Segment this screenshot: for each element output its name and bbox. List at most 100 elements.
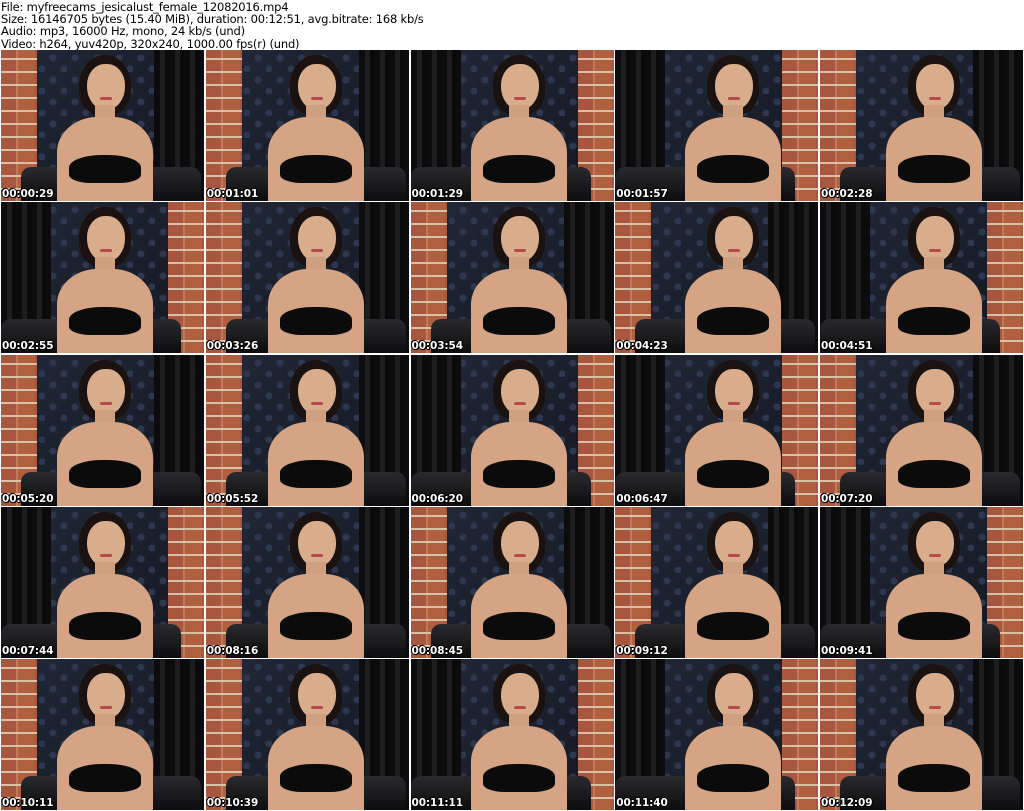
figure-lips [310, 401, 323, 405]
thumbnail-grid: 00:00:29 00:01:01 00:01:29 00:01:57 00:02:28… [1, 50, 1023, 810]
person-figure [260, 359, 372, 506]
person-figure [260, 207, 372, 354]
audio-info-line: Audio: mp3, 16000 Hz, mono, 24 kb/s (und… [1, 24, 245, 39]
figure-bra [898, 611, 970, 640]
figure-bra [898, 307, 970, 336]
figure-face [916, 64, 954, 110]
person-figure [49, 511, 161, 658]
video-frame-thumbnail: 00:03:26 [205, 202, 409, 354]
figure-face [297, 673, 336, 719]
frame-timestamp: 00:02:55 [2, 340, 54, 353]
figure-face [87, 368, 125, 415]
figure-lips [513, 401, 526, 405]
figure-lips [100, 249, 112, 253]
frame-timestamp: 00:04:23 [616, 340, 668, 353]
video-frame-thumbnail: 00:01:57 [615, 50, 819, 201]
figure-face [500, 368, 539, 415]
figure-bra [697, 155, 770, 183]
video-frame-thumbnail: 00:11:11 [410, 659, 614, 810]
frame-timestamp: 00:10:39 [206, 797, 259, 809]
frame-timestamp: 00:07:44 [2, 644, 54, 657]
figure-bra [898, 155, 970, 183]
figure-face [500, 64, 539, 110]
person-figure [463, 511, 575, 658]
video-frame-thumbnail: 00:10:11 [1, 659, 204, 810]
video-frame-thumbnail: 00:11:40 [615, 659, 819, 810]
figure-lips [513, 553, 526, 557]
figure-face [715, 520, 754, 567]
figure-bra [697, 764, 770, 792]
person-figure [878, 664, 990, 810]
person-figure [260, 664, 372, 810]
figure-face [297, 216, 336, 263]
video-frame-thumbnail: 00:05:52 [205, 354, 409, 506]
figure-bra [279, 764, 352, 792]
person-figure [49, 55, 161, 201]
video-frame-thumbnail: 00:08:45 [410, 506, 614, 658]
person-figure [463, 55, 575, 201]
figure-face [500, 216, 539, 263]
figure-face [87, 64, 125, 110]
person-figure [49, 359, 161, 506]
figure-lips [728, 249, 741, 253]
frame-timestamp: 00:01:57 [616, 188, 668, 200]
video-frame-thumbnail: 00:04:23 [615, 202, 819, 354]
video-frame-thumbnail: 00:08:16 [205, 506, 409, 658]
frame-timestamp: 00:07:20 [821, 492, 873, 505]
figure-lips [310, 97, 323, 100]
figure-bra [279, 611, 352, 640]
frame-timestamp: 00:09:12 [616, 644, 668, 657]
person-figure [463, 664, 575, 810]
figure-face [916, 520, 954, 567]
figure-lips [728, 706, 741, 709]
figure-lips [310, 706, 323, 709]
figure-bra [279, 155, 352, 183]
figure-face [87, 216, 125, 263]
video-frame-thumbnail: 00:09:41 [820, 506, 1023, 658]
figure-lips [100, 706, 112, 709]
person-figure [677, 207, 789, 354]
person-figure [463, 359, 575, 506]
figure-bra [69, 459, 141, 488]
figure-lips [929, 97, 941, 100]
figure-lips [100, 97, 112, 100]
frame-timestamp: 00:10:11 [2, 797, 54, 809]
figure-bra [482, 155, 555, 183]
figure-lips [929, 401, 941, 405]
frame-timestamp: 00:06:47 [616, 492, 668, 505]
figure-bra [279, 307, 352, 336]
figure-bra [69, 764, 141, 792]
frame-timestamp: 00:00:29 [2, 188, 54, 200]
figure-lips [929, 553, 941, 557]
figure-bra [482, 611, 555, 640]
video-frame-thumbnail: 00:09:12 [615, 506, 819, 658]
figure-face [715, 673, 754, 719]
frame-timestamp: 00:06:20 [411, 492, 464, 505]
figure-lips [513, 249, 526, 253]
figure-lips [929, 249, 941, 253]
figure-lips [513, 706, 526, 709]
person-figure [260, 55, 372, 201]
figure-face [87, 520, 125, 567]
figure-face [916, 673, 954, 719]
figure-face [916, 368, 954, 415]
file-info-header: File: myfreecams_jesicalust_female_12082… [0, 0, 1024, 50]
figure-bra [482, 307, 555, 336]
figure-bra [898, 764, 970, 792]
figure-face [297, 368, 336, 415]
figure-lips [310, 249, 323, 253]
video-frame-thumbnail: 00:07:20 [820, 354, 1023, 506]
figure-lips [929, 706, 941, 709]
video-frame-thumbnail: 00:03:54 [410, 202, 614, 354]
video-frame-thumbnail: 00:01:29 [410, 50, 614, 201]
person-figure [677, 55, 789, 201]
figure-face [500, 673, 539, 719]
frame-timestamp: 00:11:11 [411, 797, 464, 809]
person-figure [463, 207, 575, 354]
figure-bra [69, 307, 141, 336]
figure-lips [728, 401, 741, 405]
person-figure [49, 207, 161, 354]
video-frame-thumbnail: 00:04:51 [820, 202, 1023, 354]
frame-timestamp: 00:05:20 [2, 492, 54, 505]
figure-face [87, 673, 125, 719]
